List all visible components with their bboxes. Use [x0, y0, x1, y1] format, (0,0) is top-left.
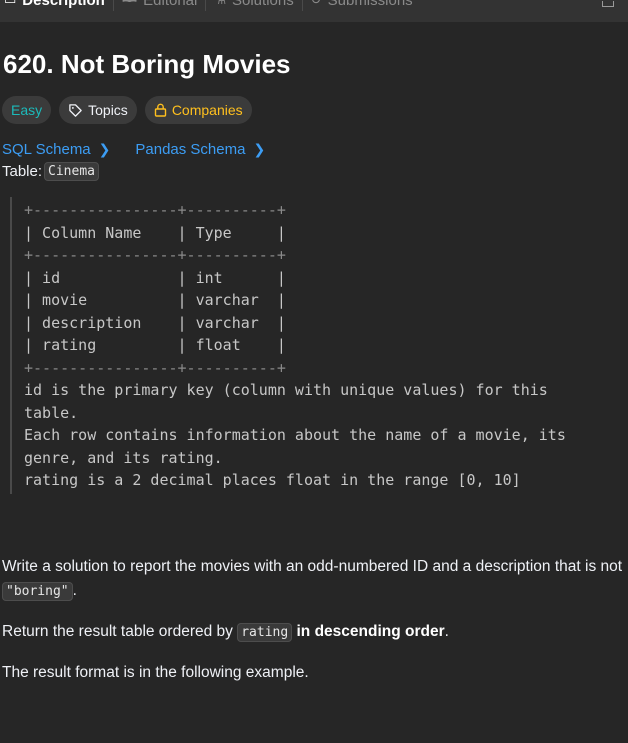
schema-note: genre, and its rating.	[24, 448, 223, 467]
format-paragraph: The result format is in the following ex…	[2, 663, 309, 681]
tab-editorial-label: Editorial	[143, 0, 198, 9]
tab-solutions-label: Solutions	[232, 0, 294, 9]
tab-submissions[interactable]: ↺ Submissions	[303, 0, 421, 11]
difficulty-badge[interactable]: Easy	[2, 96, 52, 124]
task-end: .	[72, 581, 77, 599]
flask-icon: ⚗	[214, 0, 226, 8]
schema-note: Each row contains information about the …	[24, 426, 566, 444]
description-icon: ▭	[4, 0, 16, 8]
topics-label: Topics	[88, 102, 128, 118]
history-icon: ↺	[311, 0, 322, 8]
tab-submissions-label: Submissions	[327, 0, 413, 9]
table-row: | movie | varchar |	[24, 291, 286, 309]
rating-code: rating	[237, 622, 293, 642]
schema-links: SQL Schema ❯ Pandas Schema ❯	[2, 141, 628, 158]
order-paragraph: Return the result table ordered by ratin…	[2, 620, 628, 645]
tab-solutions[interactable]: ⚗ Solutions	[206, 0, 301, 11]
problem-tags: Easy Topics Companies	[2, 96, 628, 124]
table-row: | rating | float |	[24, 336, 286, 354]
chevron-right-icon: ❯	[98, 141, 111, 157]
table-name-line: Table: Cinema	[2, 162, 628, 181]
pandas-schema-label: Pandas Schema	[135, 141, 246, 158]
tab-description[interactable]: ▭ Description	[0, 0, 113, 11]
table-border: +----------------+----------+	[24, 358, 286, 377]
table-row: | id | int |	[24, 268, 286, 287]
order-text: Return the result table ordered by	[2, 622, 238, 640]
tab-description-label: Description	[22, 0, 105, 9]
problem-description: 620. Not Boring Movies Easy Topics Compa…	[2, 22, 628, 685]
sql-schema-label: SQL Schema	[2, 141, 91, 158]
chevron-right-icon: ❯	[253, 141, 266, 157]
difficulty-label: Easy	[11, 102, 43, 118]
boring-code: "boring"	[2, 581, 73, 601]
problem-title: 620. Not Boring Movies	[3, 49, 291, 79]
companies-button[interactable]: Companies	[144, 96, 252, 124]
schema-code-block: +----------------+----------+ | Column Na…	[10, 197, 628, 494]
topics-button[interactable]: Topics	[59, 96, 137, 124]
schema-note: table.	[24, 403, 79, 422]
table-label: Table:	[2, 163, 43, 180]
task-text: Write a solution to report the movies wi…	[2, 557, 623, 575]
schema-note: id is the primary key (column with uniqu…	[24, 381, 548, 399]
expand-icon[interactable]	[602, 1, 614, 7]
tab-editorial[interactable]: 🕮 Editorial	[114, 0, 206, 11]
pandas-schema-link[interactable]: Pandas Schema ❯	[135, 141, 265, 158]
table-border: +----------------+----------+	[24, 201, 286, 219]
order-end: .	[444, 622, 449, 640]
companies-label: Companies	[171, 102, 243, 118]
table-name-code: Cinema	[44, 162, 99, 181]
lock-icon	[154, 103, 167, 117]
table-border: +----------------+----------+	[24, 246, 286, 264]
table-row: | description | varchar |	[24, 313, 286, 332]
book-icon: 🕮	[122, 0, 137, 11]
task-paragraph: Write a solution to report the movies wi…	[2, 555, 628, 604]
schema-note: rating is a 2 decimal places float in th…	[24, 471, 521, 489]
tag-icon	[69, 103, 82, 117]
tab-bar: ▭ Description 🕮 Editorial ⚗ Solutions ↺ …	[0, 0, 628, 22]
table-header-row: | Column Name | Type |	[24, 223, 286, 242]
order-bold-text: in descending order	[296, 622, 445, 640]
sql-schema-link[interactable]: SQL Schema ❯	[2, 141, 110, 158]
